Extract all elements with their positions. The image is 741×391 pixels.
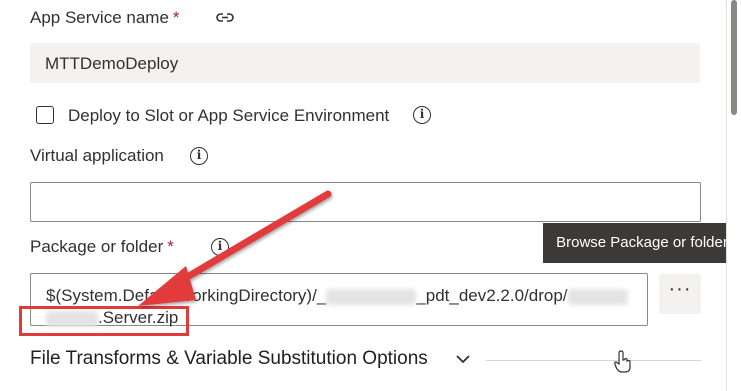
deploy-slot-label[interactable]: Deploy to Slot or App Service Environmen…: [68, 106, 389, 126]
app-service-value: MTTDemoDeploy: [45, 54, 179, 73]
info-icon[interactable]: i: [190, 147, 208, 165]
chevron-down-icon[interactable]: [454, 352, 472, 366]
app-service-field[interactable]: MTTDemoDeploy: [30, 43, 700, 83]
required-mark: *: [172, 8, 180, 27]
package-value-part1: $(System.DefaultWorkingDirectory)/_: [46, 286, 327, 305]
package-label: Package or folder *: [30, 237, 174, 257]
browse-package-button[interactable]: ···: [659, 274, 701, 314]
hand-cursor-icon: [614, 350, 631, 373]
package-value-part2: _pdt_dev2.2.0/drop/: [416, 286, 568, 305]
deploy-slot-checkbox[interactable]: [36, 106, 54, 124]
file-transforms-section-title[interactable]: File Transforms & Variable Substitution …: [30, 348, 428, 370]
package-label-text: Package or folder: [30, 237, 164, 256]
virtual-application-label: Virtual application: [30, 146, 164, 165]
scrollbar-thumb[interactable]: [731, 0, 737, 115]
release-task-form: App Service name * MTTDemoDeploy Deploy t…: [0, 0, 741, 391]
section-divider: [486, 360, 701, 361]
scrollbar[interactable]: [726, 0, 741, 391]
browse-tooltip: Browse Package or folder: [543, 223, 741, 263]
link-icon[interactable]: [214, 7, 236, 27]
app-service-label: App Service name *: [30, 8, 180, 28]
info-icon[interactable]: i: [413, 106, 431, 124]
virtual-application-input[interactable]: [30, 182, 701, 222]
app-service-label-text: App Service name: [30, 8, 169, 27]
redacted-text: [567, 288, 628, 305]
annotation-highlight-box: [19, 306, 189, 336]
redacted-text: [326, 288, 417, 305]
required-mark: *: [167, 237, 174, 256]
info-icon[interactable]: i: [211, 238, 229, 256]
